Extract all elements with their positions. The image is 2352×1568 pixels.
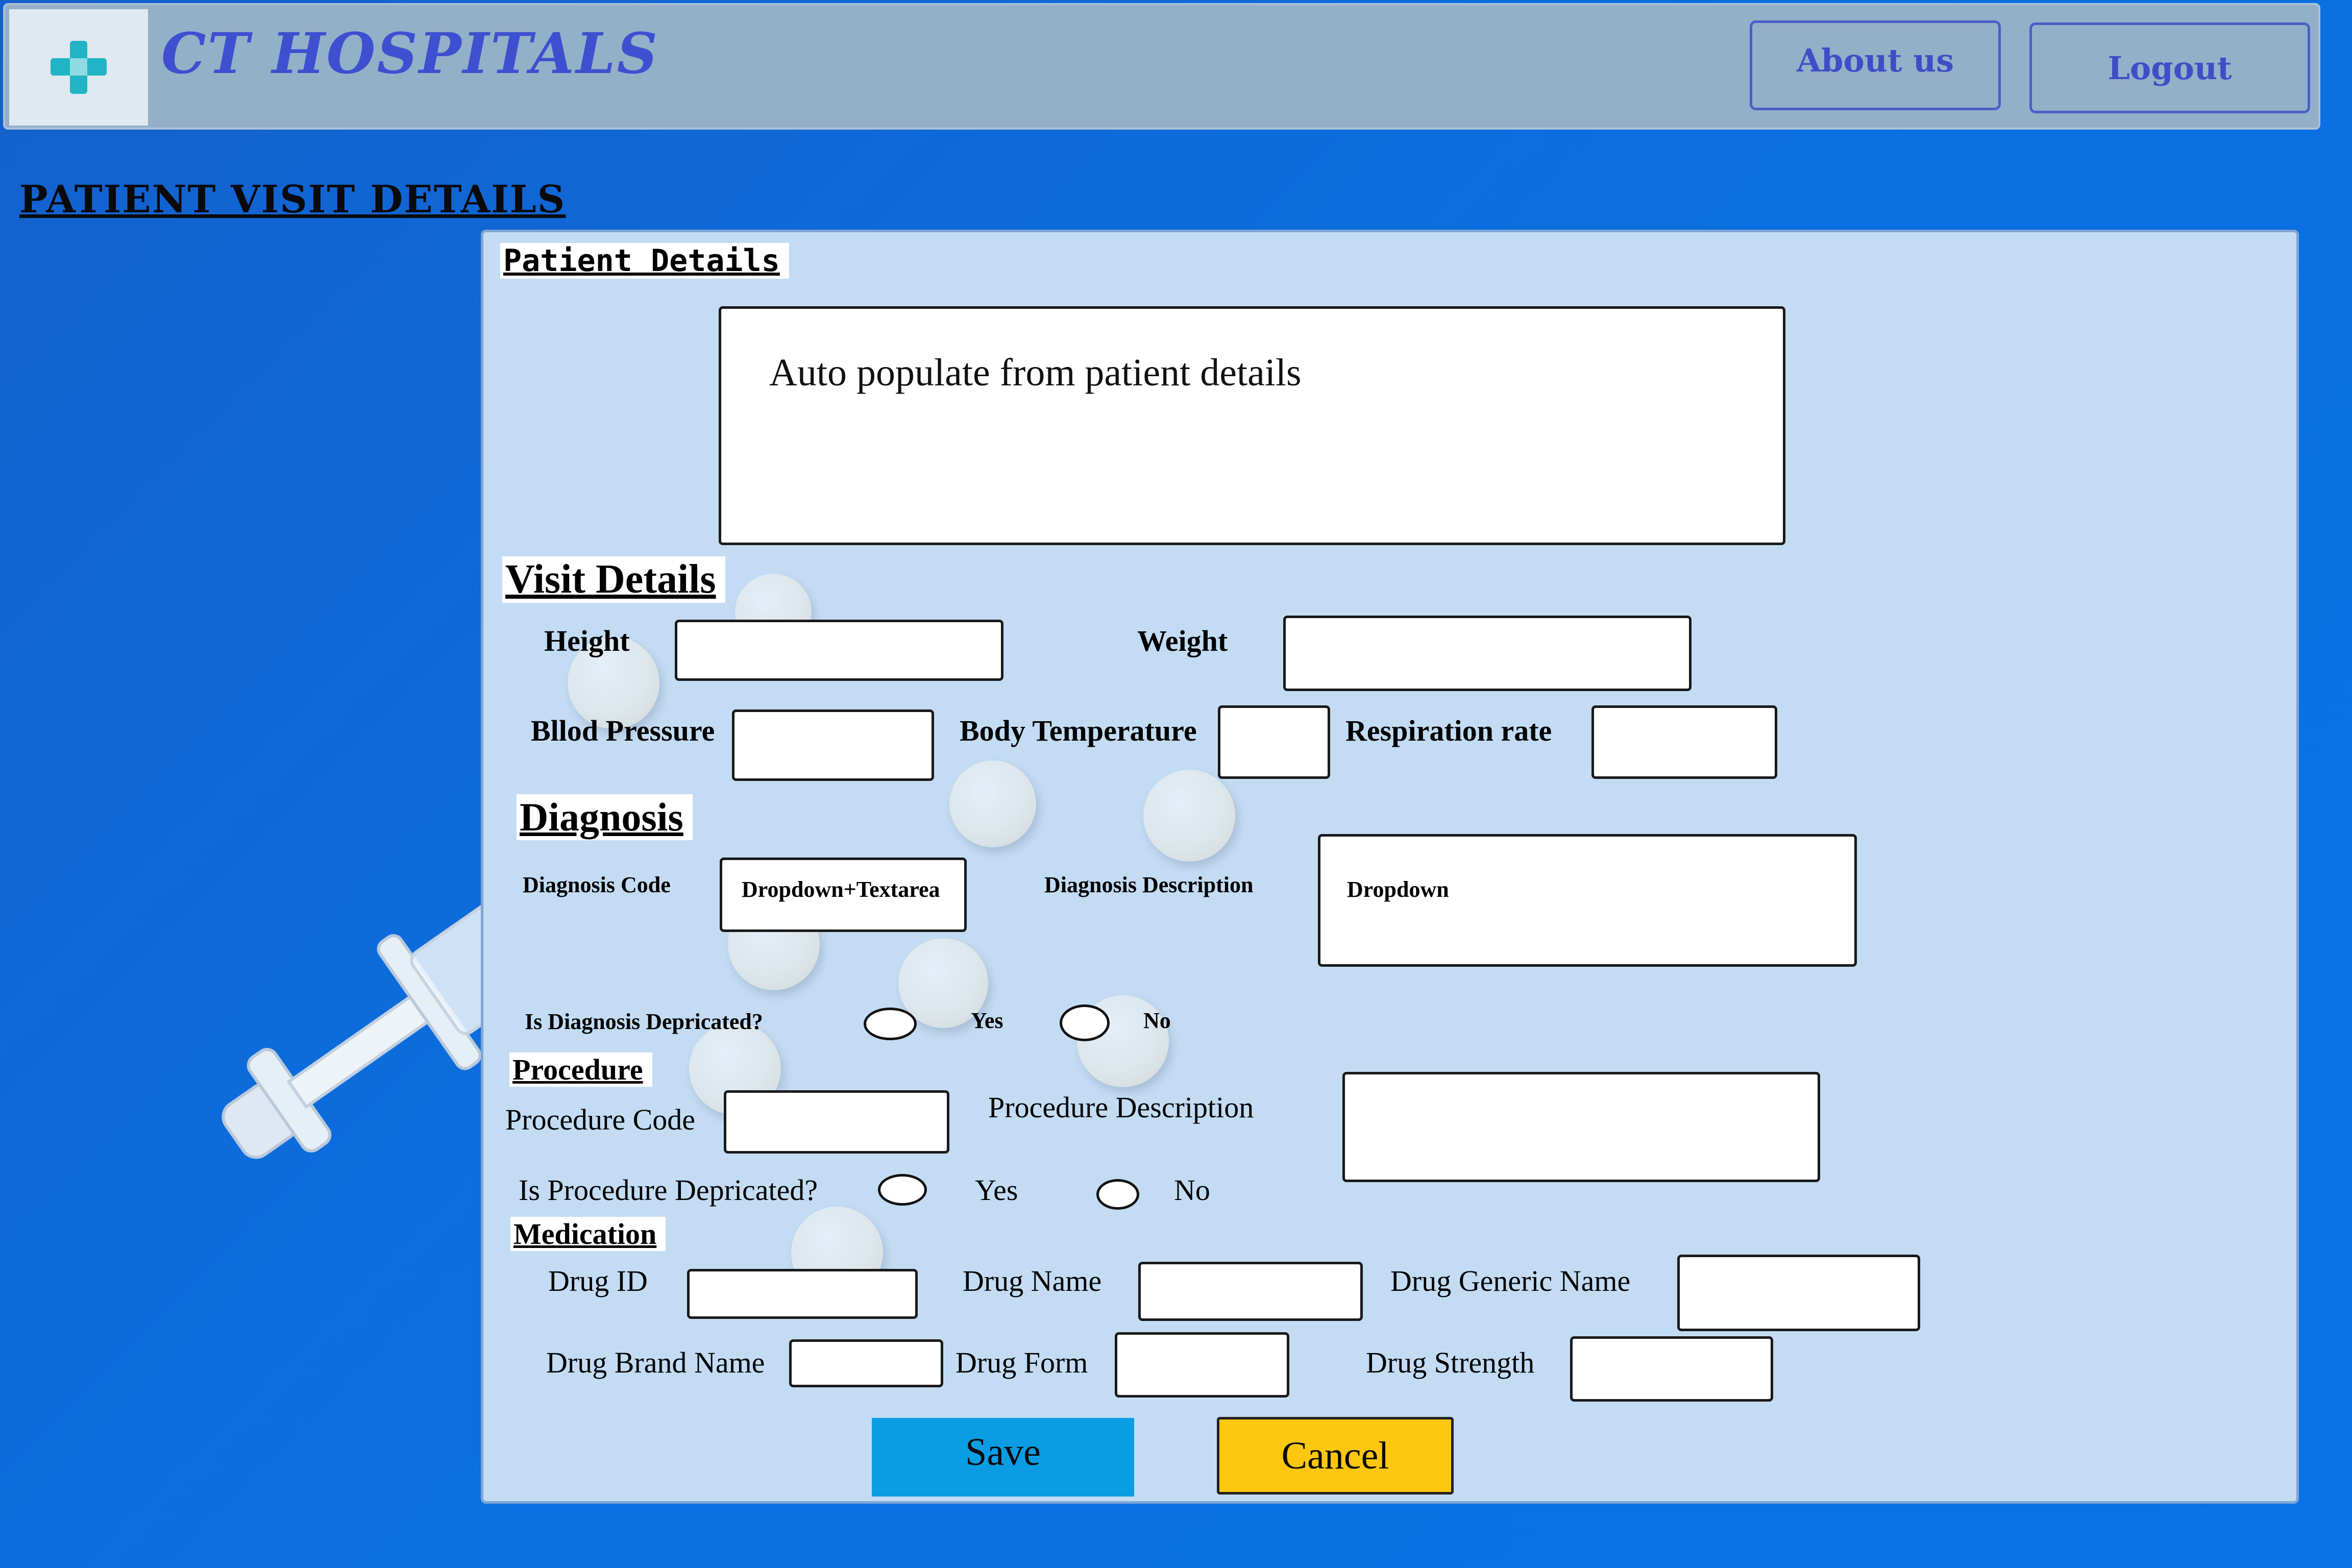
drug-brand-name-input[interactable] xyxy=(789,1339,943,1387)
procedure-code-label: Procedure Code xyxy=(505,1103,696,1136)
logout-button[interactable]: Logout xyxy=(2029,22,2310,113)
drug-form-label: Drug Form xyxy=(955,1346,1088,1379)
weight-label: Weight xyxy=(1137,624,1228,657)
procedure-deprecated-label: Is Procedure Depricated? xyxy=(519,1173,818,1207)
brand-name: CT HOSPITALS xyxy=(161,20,659,86)
diagnosis-deprecated-no-radio[interactable] xyxy=(1060,1004,1110,1041)
procedure-no-label: No xyxy=(1174,1173,1210,1207)
diagnosis-deprecated-label: Is Diagnosis Depricated? xyxy=(525,1009,763,1034)
procedure-yes-label: Yes xyxy=(975,1173,1018,1207)
height-input[interactable] xyxy=(675,620,1003,681)
medication-label: Medication xyxy=(510,1217,666,1251)
logo xyxy=(9,9,148,126)
drug-id-label: Drug ID xyxy=(548,1264,648,1297)
respiration-rate-input[interactable] xyxy=(1591,705,1777,779)
respiration-rate-label: Respiration rate xyxy=(1345,714,1552,747)
page-title: PATIENT VISIT DETAILS xyxy=(19,178,566,222)
blood-pressure-input[interactable] xyxy=(732,709,934,781)
diagnosis-description-dropdown[interactable]: Dropdown xyxy=(1318,834,1857,967)
height-label: Height xyxy=(544,624,630,657)
drug-brand-name-label: Drug Brand Name xyxy=(546,1346,765,1379)
diagnosis-description-field-text: Dropdown xyxy=(1347,877,1449,902)
cancel-button[interactable]: Cancel xyxy=(1217,1417,1454,1494)
drug-generic-name-input[interactable] xyxy=(1677,1255,1920,1331)
body-temperature-input[interactable] xyxy=(1218,705,1330,779)
drug-name-input[interactable] xyxy=(1138,1262,1363,1321)
drug-generic-name-label: Drug Generic Name xyxy=(1390,1264,1631,1297)
visit-details-label: Visit Details xyxy=(502,556,725,603)
diagnosis-code-label: Diagnosis Code xyxy=(523,872,671,897)
drug-form-input[interactable] xyxy=(1115,1332,1289,1398)
diagnosis-code-field-text: Dropdown+Textarea xyxy=(742,877,940,902)
patient-details-label: Patient Details xyxy=(500,243,789,279)
diagnosis-yes-label: Yes xyxy=(971,1008,1003,1033)
pill-decoration xyxy=(1143,770,1235,862)
procedure-description-label: Procedure Description xyxy=(988,1091,1254,1124)
weight-input[interactable] xyxy=(1283,616,1692,691)
procedure-deprecated-yes-radio[interactable] xyxy=(878,1174,927,1206)
medical-cross-icon xyxy=(51,41,107,94)
diagnosis-deprecated-yes-radio[interactable] xyxy=(864,1008,917,1040)
body-temperature-label: Body Temperature xyxy=(960,714,1197,747)
diagnosis-code-dropdown[interactable]: Dropdown+Textarea xyxy=(720,857,967,932)
diagnosis-no-label: No xyxy=(1143,1008,1171,1033)
drug-strength-input[interactable] xyxy=(1570,1336,1773,1402)
procedure-code-input[interactable] xyxy=(724,1090,949,1154)
patient-details-text: Auto populate from patient details xyxy=(769,351,1302,394)
patient-details-box[interactable]: Auto populate from patient details xyxy=(719,306,1785,545)
blood-pressure-label: Bllod Pressure xyxy=(531,714,715,747)
procedure-description-input[interactable] xyxy=(1342,1072,1820,1182)
procedure-deprecated-no-radio[interactable] xyxy=(1096,1179,1139,1210)
save-button[interactable]: Save xyxy=(872,1418,1134,1497)
about-us-button[interactable]: About us xyxy=(1750,20,2001,110)
drug-name-label: Drug Name xyxy=(963,1264,1102,1297)
drug-strength-label: Drug Strength xyxy=(1366,1346,1535,1379)
pill-decoration xyxy=(949,761,1036,847)
diagnosis-description-label: Diagnosis Description xyxy=(1044,872,1254,897)
procedure-label: Procedure xyxy=(509,1052,652,1087)
diagnosis-label: Diagnosis xyxy=(517,794,693,840)
drug-id-input[interactable] xyxy=(687,1269,918,1319)
